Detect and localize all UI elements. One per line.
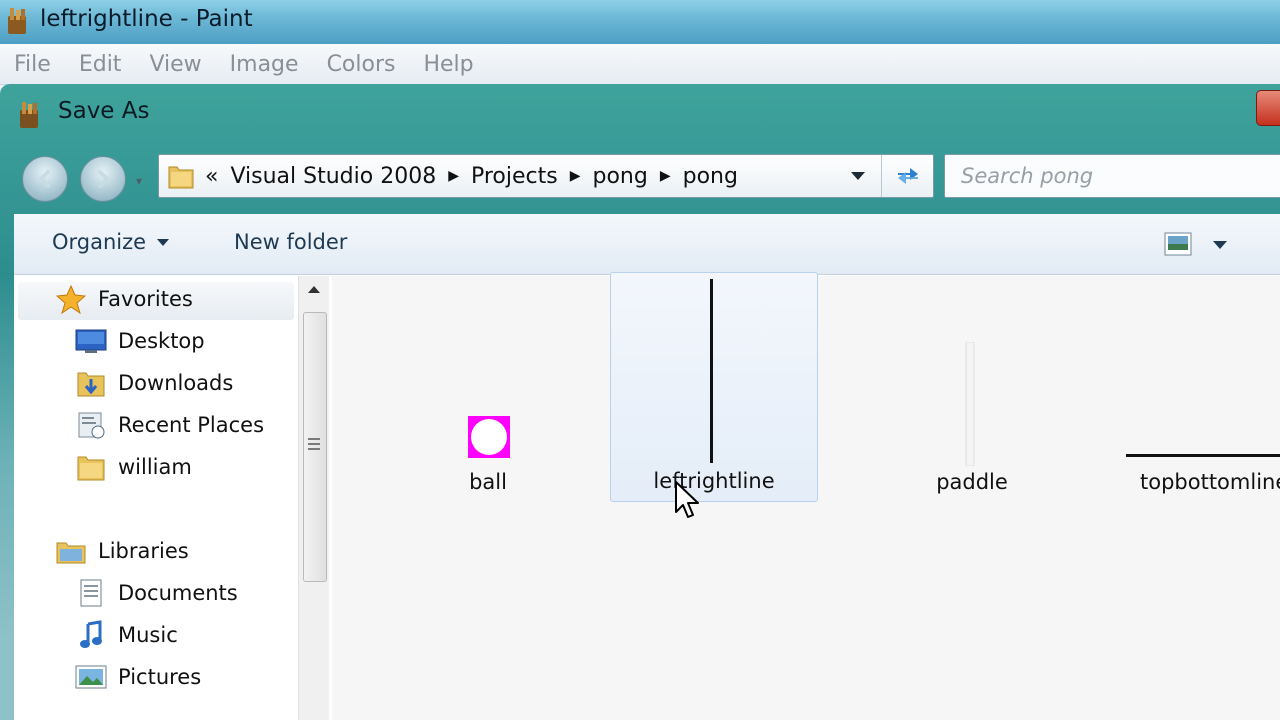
menu-edit[interactable]: Edit xyxy=(79,52,122,77)
sidebar-item-favorites[interactable]: Favorites xyxy=(54,284,193,314)
chevron-down-icon xyxy=(157,239,170,246)
arrow-left-icon xyxy=(38,170,50,188)
dialog-border xyxy=(0,636,14,720)
search-box[interactable] xyxy=(944,154,1280,198)
chevron-right-icon[interactable]: ▶ xyxy=(660,168,671,184)
file-item-paddle[interactable]: paddle xyxy=(902,276,1042,506)
refresh-icon xyxy=(898,168,918,184)
paint-app-icon xyxy=(8,8,26,34)
mouse-cursor-icon xyxy=(675,481,699,518)
breadcrumb-item[interactable]: pong xyxy=(683,164,738,189)
paddle-thumbnail-icon xyxy=(965,342,975,466)
sidebar-item-libraries[interactable]: Libraries xyxy=(54,536,189,566)
file-list: ball leftrightline paddle topbottomline xyxy=(332,272,1280,720)
sidebar-item-label: Music xyxy=(118,623,178,647)
breadcrumb-item[interactable]: Projects xyxy=(471,164,558,189)
leftrightline-thumbnail-icon xyxy=(710,279,713,463)
breadcrumb-overflow[interactable]: « xyxy=(205,164,218,189)
chevron-down-icon[interactable] xyxy=(1212,240,1228,250)
organize-button[interactable]: Organize xyxy=(52,230,170,254)
file-item-ball[interactable]: ball xyxy=(428,276,548,506)
downloads-folder-icon xyxy=(74,368,108,398)
sidebar-item-label: Desktop xyxy=(118,329,205,353)
sidebar-item-label: Favorites xyxy=(98,287,193,311)
menu-help[interactable]: Help xyxy=(423,52,473,77)
sidebar-item-pictures[interactable]: Pictures xyxy=(74,662,201,692)
new-folder-button[interactable]: New folder xyxy=(234,230,347,254)
pictures-icon xyxy=(74,662,108,692)
folder-icon xyxy=(168,166,194,189)
recent-places-icon xyxy=(74,410,108,440)
breadcrumb: « Visual Studio 2008 ▶ Projects ▶ pong ▶… xyxy=(205,155,738,197)
breadcrumb-item[interactable]: Visual Studio 2008 xyxy=(230,164,436,189)
chevron-down-icon[interactable] xyxy=(849,169,867,183)
star-icon xyxy=(54,284,88,314)
sidebar-item-label: Recent Places xyxy=(118,413,265,437)
menu-image[interactable]: Image xyxy=(230,52,299,77)
file-name: leftrightline xyxy=(653,469,775,493)
sidebar-item-recent-places[interactable]: Recent Places xyxy=(74,410,264,440)
file-item-leftrightline[interactable]: leftrightline xyxy=(610,272,818,502)
libraries-icon xyxy=(54,536,88,566)
address-bar[interactable]: « Visual Studio 2008 ▶ Projects ▶ pong ▶… xyxy=(158,154,934,198)
window-title: leftrightline - Paint xyxy=(40,6,253,32)
scroll-up-icon[interactable] xyxy=(307,284,321,294)
sidebar-item-downloads[interactable]: Downloads xyxy=(74,368,233,398)
dialog-content: Organize New folder Favorites Desktop Do… xyxy=(14,214,1280,720)
menu-bar: File Edit View Image Colors Help xyxy=(0,44,1280,85)
user-folder-icon xyxy=(74,452,108,482)
paint-title-bar: leftrightline - Paint xyxy=(0,0,1280,44)
sidebar-item-label: Libraries xyxy=(98,539,189,563)
menu-file[interactable]: File xyxy=(14,52,51,77)
sidebar-item-label: Downloads xyxy=(118,371,234,395)
dialog-title: Save As xyxy=(58,98,150,124)
arrow-right-icon xyxy=(98,170,110,188)
organize-label: Organize xyxy=(52,230,147,254)
sidebar-item-label: william xyxy=(118,455,192,479)
scroll-grip-icon xyxy=(308,438,320,450)
menu-colors[interactable]: Colors xyxy=(327,52,396,77)
sidebar-item-label: Pictures xyxy=(118,665,202,689)
paint-dialog-icon xyxy=(20,102,38,128)
navigation-scrollbar[interactable] xyxy=(298,276,329,720)
music-icon xyxy=(74,620,108,650)
ball-thumbnail-icon xyxy=(468,416,510,458)
documents-icon xyxy=(74,578,108,608)
topbottomline-thumbnail-icon xyxy=(1126,454,1280,457)
file-name: topbottomline xyxy=(1140,470,1280,494)
back-button[interactable] xyxy=(22,156,68,202)
change-view-icon[interactable] xyxy=(1164,232,1192,256)
sidebar-item-label: Documents xyxy=(118,581,238,605)
sidebar-item-william[interactable]: william xyxy=(74,452,192,482)
menu-view[interactable]: View xyxy=(149,52,201,77)
chevron-right-icon[interactable]: ▶ xyxy=(570,168,581,184)
search-input[interactable] xyxy=(945,155,1280,197)
desktop-icon xyxy=(74,326,108,356)
sidebar-item-desktop[interactable]: Desktop xyxy=(74,326,205,356)
refresh-button[interactable] xyxy=(881,155,934,197)
file-name: paddle xyxy=(936,470,1008,494)
file-item-topbottomline[interactable]: topbottomline xyxy=(1124,276,1280,506)
history-dropdown-icon[interactable]: ▾ xyxy=(136,174,142,188)
command-bar: Organize New folder xyxy=(14,214,1280,275)
navigation-pane: Favorites Desktop Downloads Recent Place… xyxy=(14,276,298,720)
forward-button[interactable] xyxy=(80,156,126,202)
chevron-right-icon[interactable]: ▶ xyxy=(448,168,459,184)
file-name: ball xyxy=(469,470,507,494)
sidebar-item-music[interactable]: Music xyxy=(74,620,178,650)
save-as-dialog: Save As ▾ « Visual Studio 2008 ▶ Project… xyxy=(0,84,1280,720)
sidebar-item-documents[interactable]: Documents xyxy=(74,578,238,608)
breadcrumb-item[interactable]: pong xyxy=(593,164,648,189)
close-button[interactable] xyxy=(1256,90,1280,126)
